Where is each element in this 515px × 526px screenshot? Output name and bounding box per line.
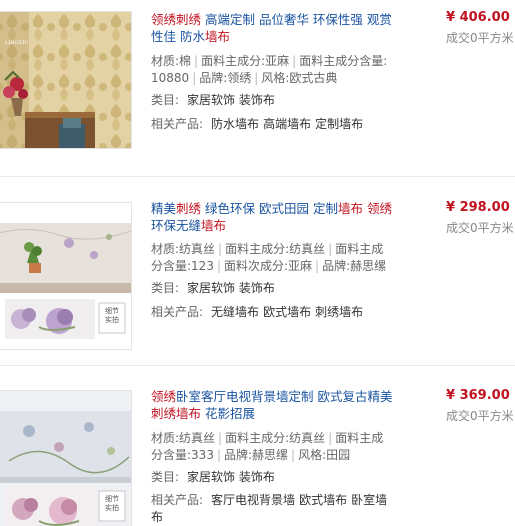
related-label: 相关产品: [151, 117, 204, 131]
title-seg[interactable]: 花影招展 [201, 406, 255, 421]
category-label: 类目: [151, 281, 180, 295]
attr: 面料主成分:亚麻 [201, 54, 290, 68]
product-attributes: 材质:纺真丝 | 面料主成分:纺真丝 | 面料主成分含量:123 | 面料次成分:亚麻 | 品牌… [151, 241, 391, 275]
separator: | [216, 259, 221, 273]
price: ¥ 369.00 [446, 388, 510, 403]
related-row: 相关产品: 无缝墙布 欧式墙布 刺绣墙布 [151, 304, 411, 321]
related-link[interactable]: 刺绣墙布 [315, 305, 363, 319]
title-seg[interactable]: 精美 [151, 201, 176, 216]
category-link[interactable]: 家居软饰 装饰布 [187, 281, 275, 295]
separator: | [292, 54, 297, 68]
related-row: 相关产品: 防水墙布 高端墙布 定制墙布 [151, 116, 411, 133]
related-label: 相关产品: [151, 305, 204, 319]
title-seg[interactable]: 墙布 [338, 201, 363, 216]
product-image[interactable]: 细节 实拍 [0, 202, 132, 350]
price: ¥ 298.00 [446, 200, 510, 215]
title-seg[interactable]: 领绣 [367, 201, 392, 216]
category-row: 类目: 家居软饰 装饰布 [151, 280, 411, 297]
separator: | [315, 259, 320, 273]
sold-count: 成交0平方米 [446, 409, 514, 423]
product-item-1: LINGXIU 领绣刺绣 高端定制 品位奢华 环保性强 观赏性佳 防水墙布 材质… [0, 0, 515, 176]
title-seg[interactable]: 卧室客厅电视背景墙定制 欧式复古精美 [176, 389, 392, 404]
attr: 面料次成分:亚麻 [224, 259, 313, 273]
badge-line: 细节 [105, 495, 119, 503]
title-seg[interactable]: 领绣刺绣 [151, 12, 201, 27]
related-link[interactable]: 客厅电视背景墙 [211, 493, 295, 507]
title-seg[interactable]: 刺绣墙布 [151, 406, 201, 421]
category-label: 类目: [151, 93, 180, 107]
separator: | [254, 71, 259, 85]
attr: 品牌:领绣 [199, 71, 252, 85]
title-seg[interactable]: 墙布 [201, 218, 226, 233]
sold-count: 成交0平方米 [446, 221, 514, 235]
badge-line: 实拍 [105, 316, 119, 324]
separator: | [328, 242, 333, 256]
badge-line: 实拍 [105, 504, 119, 512]
separator: | [216, 448, 221, 462]
separator: | [218, 242, 223, 256]
related-link[interactable]: 高端墙布 [263, 117, 311, 131]
title-seg[interactable]: 环保无缝 [151, 218, 201, 233]
related-link[interactable]: 欧式墙布 [263, 305, 311, 319]
attr: 材质:棉 [151, 54, 192, 68]
related-link[interactable]: 定制墙布 [315, 117, 363, 131]
product-image[interactable]: LINGXIU [0, 11, 132, 149]
product-item-3: 细节 实拍 领绣卧室客厅电视背景墙定制 欧式复古精美刺绣墙布 花影招展 材质:纺… [0, 366, 515, 526]
product-item-2: 细节 实拍 精美刺绣 绿色环保 欧式田园 定制墙布 领绣 环保无缝墙布 材质:纺… [0, 177, 515, 365]
category-row: 类目: 家居软饰 装饰布 [151, 92, 411, 109]
attr: 风格:田园 [298, 448, 351, 462]
separator: | [291, 448, 296, 462]
attr: 面料主成分:纺真丝 [225, 431, 326, 445]
attr: 品牌:赫思缧 [322, 259, 387, 273]
category-link[interactable]: 家居软饰 装饰布 [187, 93, 275, 107]
separator: | [328, 431, 333, 445]
badge-line: 细节 [105, 307, 119, 315]
attr: 品牌:赫思缧 [224, 448, 289, 462]
price: ¥ 406.00 [446, 10, 510, 25]
product-attributes: 材质:棉 | 面料主成分:亚麻 | 面料主成分含量:10880 | 品牌:领绣 | 风格:欧式古… [151, 53, 391, 87]
separator: | [194, 54, 199, 68]
attr: 面料主成分:纺真丝 [225, 242, 326, 256]
attr: 材质:纺真丝 [151, 242, 216, 256]
badge: 细节 实拍 [100, 307, 124, 325]
sold-count: 成交0平方米 [446, 31, 514, 45]
related-link[interactable]: 防水墙布 [211, 117, 259, 131]
product-image[interactable]: 细节 实拍 [0, 390, 132, 526]
product-attributes: 材质:纺真丝 | 面料主成分:纺真丝 | 面料主成分含量:333 | 品牌:赫思缧 | 风格:田… [151, 430, 391, 464]
related-link[interactable]: 欧式墙布 [299, 493, 347, 507]
category-label: 类目: [151, 470, 180, 484]
product-title[interactable]: 领绣卧室客厅电视背景墙定制 欧式复古精美刺绣墙布 花影招展 [151, 388, 397, 422]
related-row: 相关产品: 客厅电视背景墙 欧式墙布 卧室墙布 [151, 492, 396, 526]
separator: | [192, 71, 197, 85]
svg-text:LINGXIU: LINGXIU [5, 40, 28, 46]
related-link[interactable]: 无缝墙布 [211, 305, 259, 319]
title-seg[interactable]: 刺绣 [176, 201, 201, 216]
badge: 细节 实拍 [100, 495, 124, 513]
product-title[interactable]: 精美刺绣 绿色环保 欧式田园 定制墙布 领绣 环保无缝墙布 [151, 200, 397, 234]
related-label: 相关产品: [151, 493, 204, 507]
product-title[interactable]: 领绣刺绣 高端定制 品位奢华 环保性强 观赏性佳 防水墙布 [151, 11, 397, 45]
attr: 材质:纺真丝 [151, 431, 216, 445]
title-seg[interactable]: 墙布 [205, 29, 230, 44]
category-link[interactable]: 家居软饰 装饰布 [187, 470, 275, 484]
separator: | [218, 431, 223, 445]
title-seg[interactable]: 领绣 [151, 389, 176, 404]
title-seg[interactable]: 绿色环保 欧式田园 定制 [201, 201, 338, 216]
attr: 风格:欧式古典 [261, 71, 338, 85]
category-row: 类目: 家居软饰 装饰布 [151, 469, 411, 486]
